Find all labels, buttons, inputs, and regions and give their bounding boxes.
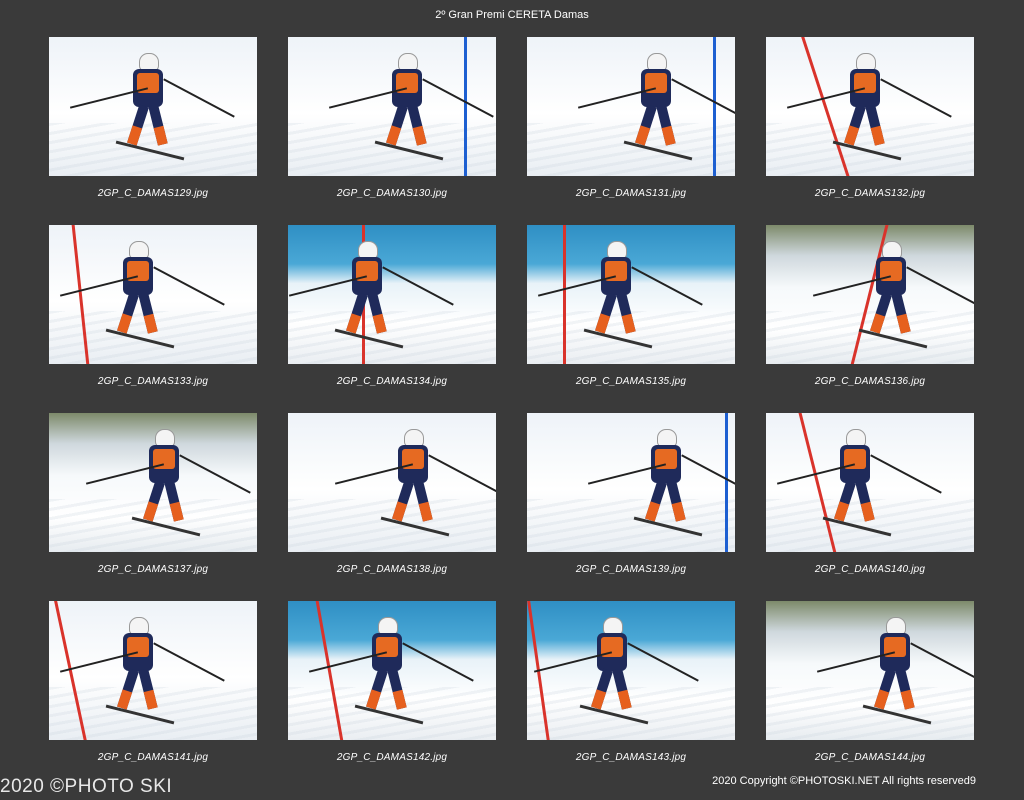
copyright-text: 2020 Copyright ©PHOTOSKI.NET All rights …	[712, 775, 970, 787]
thumbnail-card[interactable]: 2GP_C_DAMAS133.jpg	[49, 225, 257, 413]
thumbnail-card[interactable]: 2GP_C_DAMAS140.jpg	[766, 413, 974, 601]
thumbnail-card[interactable]: 2GP_C_DAMAS143.jpg	[527, 601, 735, 789]
photo-filename: 2GP_C_DAMAS131.jpg	[575, 188, 687, 199]
thumbnail-card[interactable]: 2GP_C_DAMAS135.jpg	[527, 225, 735, 413]
photo-filename: 2GP_C_DAMAS135.jpg	[575, 376, 687, 387]
photo-filename: 2GP_C_DAMAS130.jpg	[336, 188, 448, 199]
photo-filename: 2GP_C_DAMAS137.jpg	[97, 564, 209, 575]
thumbnail-card[interactable]: 2GP_C_DAMAS132.jpg	[766, 37, 974, 225]
copyright-footer: 2020 Copyright ©PHOTOSKI.NET All rights …	[712, 775, 976, 787]
thumbnail-card[interactable]: 2GP_C_DAMAS138.jpg	[288, 413, 496, 601]
thumbnail-card[interactable]: 2GP_C_DAMAS134.jpg	[288, 225, 496, 413]
ski-photo-thumbnail[interactable]	[766, 601, 974, 740]
ski-photo-thumbnail[interactable]	[288, 225, 496, 364]
photo-filename: 2GP_C_DAMAS141.jpg	[97, 752, 209, 763]
page-title: 2º Gran Premi CERETA Damas	[435, 9, 589, 21]
thumbnail-card[interactable]: 2GP_C_DAMAS139.jpg	[527, 413, 735, 601]
photo-filename: 2GP_C_DAMAS139.jpg	[575, 564, 687, 575]
thumbnail-card[interactable]: 2GP_C_DAMAS144.jpg	[766, 601, 974, 789]
photo-filename: 2GP_C_DAMAS144.jpg	[814, 752, 926, 763]
page-number: 9	[969, 775, 976, 787]
thumbnail-card[interactable]: 2GP_C_DAMAS129.jpg	[49, 37, 257, 225]
photo-filename: 2GP_C_DAMAS136.jpg	[814, 376, 926, 387]
photo-filename: 2GP_C_DAMAS133.jpg	[97, 376, 209, 387]
thumbnail-card[interactable]: 2GP_C_DAMAS142.jpg	[288, 601, 496, 789]
ski-photo-thumbnail[interactable]	[527, 225, 735, 364]
ski-photo-thumbnail[interactable]	[49, 37, 257, 176]
ski-photo-thumbnail[interactable]	[766, 37, 974, 176]
ski-photo-thumbnail[interactable]	[527, 37, 735, 176]
watermark-text: 2020 ©PHOTO SKI	[0, 776, 173, 797]
thumbnail-card[interactable]: 2GP_C_DAMAS131.jpg	[527, 37, 735, 225]
ski-photo-thumbnail[interactable]	[288, 37, 496, 176]
ski-photo-thumbnail[interactable]	[49, 413, 257, 552]
thumbnail-card[interactable]: 2GP_C_DAMAS136.jpg	[766, 225, 974, 413]
contact-sheet-grid: 2GP_C_DAMAS129.jpg 2GP_C_DAMAS130.jpg 2G…	[49, 37, 974, 789]
photo-filename: 2GP_C_DAMAS140.jpg	[814, 564, 926, 575]
thumbnail-card[interactable]: 2GP_C_DAMAS137.jpg	[49, 413, 257, 601]
ski-photo-thumbnail[interactable]	[527, 413, 735, 552]
photo-filename: 2GP_C_DAMAS132.jpg	[814, 188, 926, 199]
photo-filename: 2GP_C_DAMAS138.jpg	[336, 564, 448, 575]
ski-photo-thumbnail[interactable]	[49, 601, 257, 740]
ski-photo-thumbnail[interactable]	[766, 413, 974, 552]
photo-filename: 2GP_C_DAMAS142.jpg	[336, 752, 448, 763]
photo-filename: 2GP_C_DAMAS143.jpg	[575, 752, 687, 763]
photo-filename: 2GP_C_DAMAS134.jpg	[336, 376, 448, 387]
ski-photo-thumbnail[interactable]	[288, 413, 496, 552]
ski-photo-thumbnail[interactable]	[527, 601, 735, 740]
thumbnail-card[interactable]: 2GP_C_DAMAS130.jpg	[288, 37, 496, 225]
photo-filename: 2GP_C_DAMAS129.jpg	[97, 188, 209, 199]
ski-photo-thumbnail[interactable]	[288, 601, 496, 740]
ski-photo-thumbnail[interactable]	[49, 225, 257, 364]
ski-photo-thumbnail[interactable]	[766, 225, 974, 364]
thumbnail-card[interactable]: 2GP_C_DAMAS141.jpg	[49, 601, 257, 789]
